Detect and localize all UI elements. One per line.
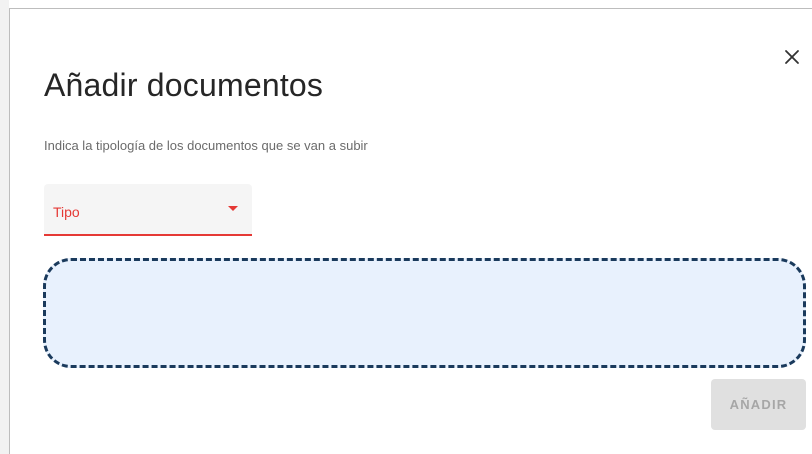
- close-icon: [785, 50, 799, 64]
- add-button[interactable]: AÑADIR: [711, 379, 806, 430]
- dropdown-arrow-icon: [228, 206, 238, 211]
- dialog-title: Añadir documentos: [44, 67, 324, 103]
- type-select-label: Tipo: [53, 204, 80, 220]
- dialog-subtitle: Indica la tipología de los documentos qu…: [44, 138, 368, 153]
- background-app-edge: [0, 0, 9, 454]
- type-select[interactable]: Tipo: [44, 184, 252, 236]
- close-button[interactable]: [782, 47, 802, 67]
- add-documents-dialog: Añadir documentos Indica la tipología de…: [9, 8, 812, 454]
- file-dropzone[interactable]: [43, 258, 806, 368]
